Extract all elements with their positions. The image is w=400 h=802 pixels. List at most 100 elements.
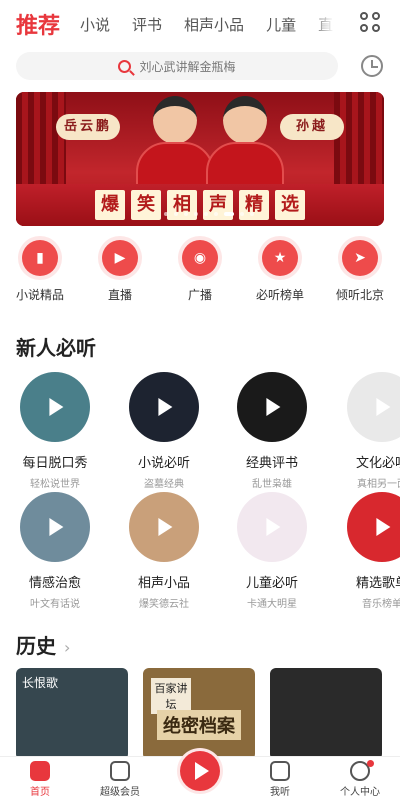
quick-novel[interactable]: ▮ 小说精品	[0, 240, 80, 306]
album-title: 文化必听	[355, 456, 400, 471]
history-clock-icon[interactable]	[361, 55, 383, 77]
quick-radio[interactable]: ◉ 广播	[160, 240, 240, 306]
quick-beijing[interactable]: ➤ 倾听北京	[320, 240, 400, 306]
new-listeners-row-1: 每日脱口秀 轻松说世界 小说必听 盗墓经典 经典评书 乱世枭雄 文化必听 真相另…	[0, 372, 400, 492]
nav-play[interactable]	[160, 751, 240, 802]
nav-my-listen[interactable]: 我听	[240, 757, 320, 802]
compass-icon: ➤	[342, 240, 378, 276]
history-title: 历史	[16, 634, 56, 658]
album-cover	[20, 492, 90, 562]
album-card[interactable]: 相声小品 爆笑德云社	[114, 492, 214, 610]
album-subtitle: 叶文有话说	[30, 599, 80, 610]
play-icon	[266, 398, 281, 416]
album-cover	[129, 492, 199, 562]
album-card[interactable]: 每日脱口秀 轻松说世界	[5, 372, 105, 490]
album-cover	[347, 372, 400, 442]
play-icon	[158, 518, 173, 536]
banner-pagination	[161, 212, 257, 216]
banner-title-char: 爆	[95, 190, 125, 220]
tab-crosstalk[interactable]: 相声小品	[184, 14, 244, 35]
new-listeners-row-2: 情感治愈 叶文有话说 相声小品 爆笑德云社 儿童必听 卡通大明星 精选歌单 音乐…	[0, 492, 400, 612]
play-icon	[376, 398, 391, 416]
notification-dot	[367, 760, 374, 767]
history-card-title: 绝密档案	[157, 710, 241, 740]
album-card[interactable]: 小说必听 盗墓经典	[114, 372, 214, 490]
album-cover	[20, 372, 90, 442]
my-listen-icon	[270, 761, 290, 781]
album-subtitle: 卡通大明星	[247, 599, 297, 610]
album-subtitle: 盗墓经典	[144, 479, 184, 490]
tab-recommend[interactable]: 推荐	[16, 8, 60, 40]
album-subtitle: 真相另一面	[357, 479, 400, 490]
nav-label: 个人中心	[340, 787, 380, 798]
home-icon	[30, 761, 50, 781]
category-grid-icon[interactable]	[360, 12, 382, 34]
album-cover	[237, 492, 307, 562]
nav-label: 首页	[30, 787, 50, 798]
quick-label: 必听榜单	[255, 288, 304, 302]
nav-label: 超级会员	[100, 787, 140, 798]
play-icon	[266, 518, 281, 536]
banner-sign-right: 孙越	[280, 114, 344, 140]
album-card[interactable]: 儿童必听 卡通大明星	[222, 492, 322, 610]
quick-label: 广播	[187, 288, 212, 302]
album-title: 儿童必听	[245, 576, 298, 591]
album-title: 小说必听	[137, 456, 190, 471]
album-title: 情感治愈	[28, 576, 81, 591]
play-icon	[376, 518, 391, 536]
history-card[interactable]	[270, 668, 382, 760]
quick-ranking[interactable]: ★ 必听榜单	[240, 240, 320, 306]
history-card-title: 长恨歌	[22, 676, 59, 690]
search-icon	[118, 59, 132, 73]
nav-home[interactable]: 首页	[0, 757, 80, 802]
album-subtitle: 爆笑德云社	[139, 599, 189, 610]
section-title-history[interactable]: 历史 ›	[16, 630, 70, 659]
nav-label: 我听	[270, 787, 290, 798]
nav-profile[interactable]: 个人中心	[320, 757, 400, 802]
banner-title-char: 选	[275, 190, 305, 220]
bottom-nav: 首页 超级会员 我听 个人中心	[0, 751, 400, 802]
album-cover	[237, 372, 307, 442]
album-cover	[129, 372, 199, 442]
radio-icon: ◉	[182, 240, 218, 276]
tab-novel[interactable]: 小说	[80, 14, 110, 35]
album-card[interactable]: 文化必听 真相另一面	[332, 372, 400, 490]
quick-label: 直播	[107, 288, 132, 302]
quick-label: 倾听北京	[335, 288, 384, 302]
album-subtitle: 轻松说世界	[30, 479, 80, 490]
search-placeholder: 刘心武讲解金瓶梅	[139, 59, 236, 74]
search-bar[interactable]: 刘心武讲解金瓶梅	[16, 52, 338, 80]
top-tab-bar: 推荐 小说 评书 相声小品 儿童 直播	[0, 0, 400, 48]
promo-banner[interactable]: 岳云鹏 孙越 爆 笑 相 声 精 选	[16, 92, 384, 226]
album-card[interactable]: 情感治愈 叶文有话说	[5, 492, 105, 610]
quick-live[interactable]: ▶ 直播	[80, 240, 160, 306]
book-icon: ▮	[22, 240, 58, 276]
play-icon	[49, 518, 64, 536]
quick-entry-row: ▮ 小说精品 ▶ 直播 ◉ 广播 ★ 必听榜单 ➤ 倾听北京	[0, 240, 400, 306]
banner-title-char: 笑	[131, 190, 161, 220]
play-icon	[158, 398, 173, 416]
album-cover	[347, 492, 400, 562]
play-icon	[180, 751, 220, 791]
history-card[interactable]: 长恨歌	[16, 668, 128, 760]
album-card[interactable]: 经典评书 乱世枭雄	[222, 372, 322, 490]
banner-performer-left	[136, 96, 214, 196]
album-subtitle: 乱世枭雄	[252, 479, 292, 490]
play-icon	[49, 398, 64, 416]
ranking-medal-icon: ★	[262, 240, 298, 276]
album-title: 每日脱口秀	[22, 456, 88, 471]
banner-sign-left: 岳云鹏	[56, 114, 120, 140]
vip-icon	[110, 761, 130, 781]
album-title: 经典评书	[245, 456, 298, 471]
nav-vip[interactable]: 超级会员	[80, 757, 160, 802]
album-subtitle: 音乐榜单	[362, 599, 400, 610]
album-title: 精选歌单	[355, 576, 400, 591]
tab-pingshu[interactable]: 评书	[132, 14, 162, 35]
section-title-new-listeners: 新人必听	[16, 336, 96, 360]
history-row: 长恨歌 百家讲坛 绝密档案	[0, 668, 400, 760]
tab-children[interactable]: 儿童	[266, 14, 296, 35]
album-card[interactable]: 精选歌单 音乐榜单	[332, 492, 400, 610]
album-title: 相声小品	[137, 576, 190, 591]
banner-performer-right	[206, 96, 284, 196]
tv-icon: ▶	[102, 240, 138, 276]
